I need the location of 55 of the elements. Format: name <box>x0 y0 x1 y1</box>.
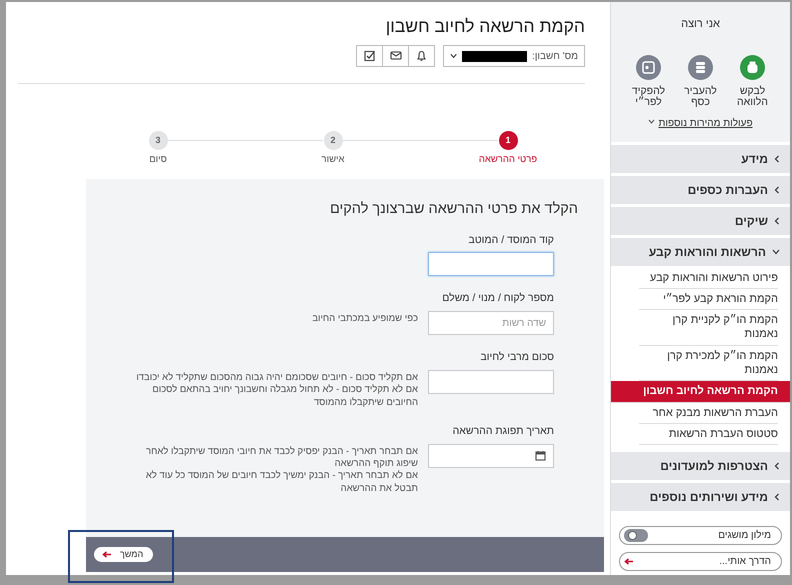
step-label: סיום <box>149 153 167 167</box>
help-text: אם תקליד סכום - חיובים שסכומם יהיה גבוה מהסכום שתקליד לא יכובדו <box>135 372 418 384</box>
step-number: 1 <box>498 131 518 150</box>
envelope-icon <box>390 50 402 62</box>
guide-button[interactable]: הדרך אותי... <box>619 552 782 571</box>
step-number: 3 <box>148 131 168 150</box>
input-field[interactable] <box>428 370 554 394</box>
calendar-icon <box>535 450 546 462</box>
menu-item[interactable]: העברות כספים <box>611 176 790 204</box>
menu-item[interactable]: מידע <box>611 144 790 173</box>
quick-action[interactable]: להפקיד לפר״י <box>628 54 668 108</box>
bell-icon <box>416 50 428 62</box>
account-select[interactable]: מס' חשבון: <box>443 45 585 67</box>
field-label: סכום מרבי לחיוב <box>480 350 554 366</box>
caret-icon <box>648 118 656 124</box>
menu-item[interactable]: הרשאות והוראות קבע <box>611 238 790 266</box>
toggle-switch[interactable] <box>624 529 648 542</box>
submenu-item[interactable]: הקמת הרשאה לחיוב חשבון <box>611 381 790 403</box>
chevron-icon <box>774 493 780 502</box>
help-text: כפי שמופיע במכתבי החיוב <box>311 313 418 326</box>
input-field[interactable] <box>428 252 554 276</box>
menu-item[interactable]: הצטרפות למועדונים <box>611 452 790 480</box>
chevron-icon <box>774 154 780 163</box>
field-label: תאריך תפוגת ההרשאה <box>452 424 554 439</box>
help-text: אם לא תבחר תאריך - הבנק ימשיך לכבד חיובים של המוסד כל עוד לא תבטל את ההרשאה <box>144 470 418 496</box>
menu-item[interactable]: שיקים <box>611 206 790 235</box>
step-label: אישור <box>322 153 344 167</box>
form-heading: הקלד את פרטי ההרשאה שברצונך להקים <box>328 201 578 219</box>
arrow-left-icon <box>102 551 112 558</box>
page-title: הקמת הרשאה לחיוב חשבון <box>384 16 585 37</box>
chevron-down-icon <box>450 53 458 59</box>
chevron-down-icon <box>772 248 780 255</box>
toolbar-button[interactable] <box>382 45 409 67</box>
chevron-icon <box>774 462 780 470</box>
quick-action[interactable]: להעביר כסף <box>680 54 720 108</box>
quick-action[interactable]: לבקש הלוואה <box>732 54 772 108</box>
step-number: 2 <box>324 131 342 150</box>
chevron-icon <box>774 186 780 194</box>
input-field[interactable]: שדה רשות <box>428 311 554 336</box>
chevron-icon <box>774 216 780 225</box>
menu-item[interactable]: מידע ושירותים נוספים <box>611 483 790 512</box>
glossary-toggle[interactable]: מילון מושגים <box>619 526 782 545</box>
more-actions-link[interactable]: פעולות מהירות נוספות <box>658 116 753 131</box>
toolbar-button[interactable] <box>408 45 435 67</box>
date-field[interactable] <box>428 444 554 468</box>
field-label: קוד המוסד / המוטב <box>468 232 554 248</box>
help-text: אם לא תקליד סכום - לא תחול מגבלה וחשבונך יחויב בהתאם לסכום החיובים שיתקבלו מהמוסד <box>151 384 418 409</box>
toolbar-button[interactable] <box>356 45 383 67</box>
checkbox-icon <box>364 50 376 62</box>
panel-heading: אני רוצה <box>680 17 721 32</box>
help-text: אם תבחר תאריך - הבנק יפסיק לכבד את חיובי המוסד שיתקבלו לאחר שיפוג תוקף ההרשאה <box>145 446 418 470</box>
continue-button[interactable]: המשך <box>94 547 154 562</box>
step-label: פרטי ההרשאה <box>478 153 538 167</box>
field-label: מספר לקוח / מנוי / משלם <box>441 291 554 306</box>
arrow-left-icon <box>624 558 634 565</box>
